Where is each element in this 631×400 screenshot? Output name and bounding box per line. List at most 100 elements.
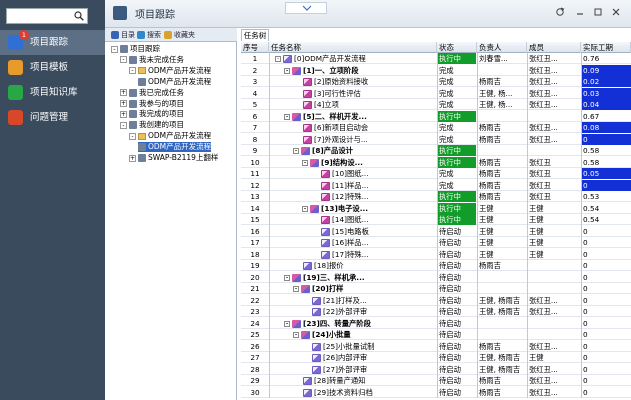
nav-item-4[interactable]: 问题管理 [0, 105, 105, 130]
task-name: [17]特殊... [332, 249, 369, 259]
owner-cell: 杨雨吉 [479, 192, 501, 201]
collapse-icon[interactable]: - [284, 113, 290, 120]
tree-node[interactable]: - 项目跟踪 [111, 44, 160, 54]
search-icon[interactable] [74, 11, 84, 21]
collapse-icon[interactable]: - [111, 45, 118, 53]
expand-icon[interactable]: + [120, 110, 127, 118]
table-row[interactable]: 13 [12]特殊... 执行中 杨雨吉 张红丑 0.53 [241, 191, 631, 203]
task-name: [15]电路板 [332, 226, 369, 236]
refresh-icon[interactable] [555, 7, 565, 17]
status-cell: 待启动 [439, 295, 461, 305]
maximize-icon[interactable] [593, 7, 603, 17]
table-row[interactable]: 12 [11]样品... 完成 杨雨吉 张红丑 0 [241, 179, 631, 191]
task-name: [0]ODM产品开发流程 [294, 54, 366, 63]
nav-item-3[interactable]: 项目知识库 [0, 80, 105, 105]
actual-duration-cell: 0 [583, 249, 588, 259]
column-header[interactable]: 负责人 [477, 42, 527, 53]
tree-node[interactable]: ODM产品开发流程 [138, 77, 211, 87]
tree-node[interactable]: + SWAP-B2119上翻样 [129, 153, 218, 163]
search-input[interactable] [9, 10, 69, 22]
table-row[interactable]: 7 [6]新项目启动会 完成 杨雨吉 张红丑... 0.08 [241, 122, 631, 134]
members-cell: 王健 [529, 353, 544, 362]
column-header[interactable]: 成员 [527, 42, 581, 53]
collapse-icon[interactable]: - [284, 67, 290, 74]
table-row[interactable]: 10 - [9]结构设... 执行中 杨雨吉 张红丑 0.58 [241, 156, 631, 168]
subtask-icon [321, 193, 330, 201]
table-row[interactable]: 8 [7]外观设计与... 完成 杨雨吉 张红丑... 0 [241, 133, 631, 145]
column-header[interactable]: 序号 [241, 42, 269, 53]
nav-item-1[interactable]: 1 项目跟踪 [0, 30, 105, 55]
owner-cell [477, 283, 527, 294]
table-row[interactable]: 16 [15]电路板 待启动 王健 王健 0 [241, 226, 631, 237]
table-row[interactable]: 4 [3]可行性评估 完成 王健, 杨... 张红丑... 0.03 [241, 87, 631, 99]
expand-icon[interactable]: + [120, 89, 127, 97]
table-row[interactable]: 3 [2]原始资料接收 完成 杨雨吉 张红丑... 0.02 [241, 76, 631, 88]
table-row[interactable]: 15 [14]图纸... 执行中 王健 王健 0.54 [241, 214, 631, 226]
table-row[interactable]: 23 [22]外部评审 待启动 王健, 杨雨吉 张红丑... 0 [241, 306, 631, 318]
tree-node[interactable]: - 我创建的项目 [120, 120, 184, 130]
close-icon[interactable] [611, 7, 621, 17]
table-row[interactable]: 5 [4]立项 完成 王健, 杨... 张红丑... 0.04 [241, 99, 631, 111]
collapse-icon[interactable]: - [120, 56, 127, 64]
task-name: [3]可行性评估 [314, 88, 361, 98]
collapse-icon[interactable]: - [129, 67, 136, 75]
collapse-icon[interactable]: - [293, 332, 299, 338]
tree-tab-2[interactable]: 搜索 [135, 29, 161, 41]
column-header[interactable]: 状态 [437, 42, 477, 53]
collapse-icon[interactable]: - [302, 205, 308, 212]
table-row[interactable]: 9 - [8]产品设计 执行中 0.58 [241, 145, 631, 157]
collapse-icon[interactable]: - [129, 132, 136, 140]
table-row[interactable]: 28 [27]外部评审 待启动 王健, 杨雨吉 张红丑... 0 [241, 364, 631, 375]
row-number: 10 [250, 157, 260, 167]
actual-duration-cell: 0.02 [581, 76, 631, 87]
row-number: 8 [252, 134, 258, 144]
tree-node[interactable]: + 我完成的项目 [120, 109, 184, 119]
collapse-dropdown[interactable] [285, 2, 327, 14]
column-header[interactable]: 任务名称 [269, 42, 437, 53]
table-row[interactable]: 20 - [19]三、样机承... 待启动 0 [241, 272, 631, 283]
row-number: 2 [252, 65, 258, 75]
tree-node[interactable]: - ODM产品开发流程 [129, 131, 211, 141]
table-row[interactable]: 25 - [24]小批量 待启动 0 [241, 329, 631, 341]
tab-task-tree[interactable]: 任务树 [241, 29, 269, 41]
tree-node[interactable]: + 我已完成任务 [120, 88, 184, 98]
tree-node[interactable]: ODM产品开发流程 [138, 142, 212, 153]
tree-node[interactable]: - 我未完成任务 [120, 55, 184, 65]
task-name-cell: [25]小批量试制 [300, 341, 437, 352]
table-row[interactable]: 17 [16]样品... 待启动 王健 王健 0 [241, 237, 631, 249]
collapse-icon[interactable]: - [293, 148, 299, 154]
tree-node[interactable]: + 我参与的项目 [120, 99, 184, 109]
tree-node[interactable]: - ODM产品开发流程 [129, 66, 211, 76]
collapse-icon[interactable]: - [293, 286, 299, 292]
table-row[interactable]: 26 [25]小批量试制 待启动 杨雨吉 张红丑... 0 [241, 341, 631, 352]
table-row[interactable]: 27 [26]内部评审 待启动 王健, 杨雨吉 王健 0 [241, 352, 631, 364]
expand-icon[interactable]: + [120, 100, 127, 107]
expand-icon[interactable]: + [129, 154, 136, 162]
table-row[interactable]: 24 - [23]四、转量产阶段 待启动 0 [241, 318, 631, 329]
task-name-cell: [22]外部评审 [300, 306, 437, 317]
tree-tab-3[interactable]: 收藏夹 [162, 29, 195, 41]
table-row[interactable]: 14- [13]电子设... 执行中 王健 王健 0.54 [241, 202, 631, 214]
collapse-icon[interactable]: - [302, 159, 308, 166]
table-row[interactable]: 11 [10]图纸... 完成 杨雨吉 张红丑 0.05 [241, 168, 631, 180]
table-row[interactable]: 6 - [5]二、样机开发... 执行中 0.67 [241, 110, 631, 122]
minimize-icon[interactable] [575, 7, 585, 17]
collapse-icon[interactable]: - [284, 274, 290, 281]
task-name: [22]外部评审 [323, 307, 368, 316]
tree-node-label: 我创建的项目 [139, 120, 184, 130]
status-cell: 待启动 [439, 238, 461, 247]
table-row[interactable]: 18 [17]特殊... 待启动 王健 王健 0 [241, 249, 631, 260]
collapse-icon[interactable]: - [120, 121, 127, 129]
table-row[interactable]: 2 - [1]一、立项阶段 完成 张红丑... 0.09 [241, 64, 631, 76]
table-row[interactable]: 30 [29]技术资料归档 待启动 杨雨吉 张红丑... 0 [241, 387, 631, 398]
column-header[interactable]: 实际工期 [581, 42, 631, 53]
nav-item-2[interactable]: 项目模板 [0, 55, 105, 80]
table-row[interactable]: 29 [28]转量产通知 待启动 杨雨吉 张红丑... 0 [241, 375, 631, 387]
table-row[interactable]: 1 - [0]ODM产品开发流程 执行中 刘春雪... 张红丑... 0.76 [241, 53, 631, 65]
tree-tab-1[interactable]: 目录 [109, 29, 135, 41]
collapse-icon[interactable]: - [275, 56, 281, 62]
collapse-icon[interactable]: - [284, 320, 290, 327]
table-row[interactable]: 19 [18]报价 待启动 杨雨吉 0 [241, 260, 631, 272]
table-row[interactable]: 21 - [20]打样 待启动 0 [241, 283, 631, 295]
table-row[interactable]: 22 [21]打样及... 待启动 王健, 杨雨吉 张红丑... 0 [241, 295, 631, 306]
